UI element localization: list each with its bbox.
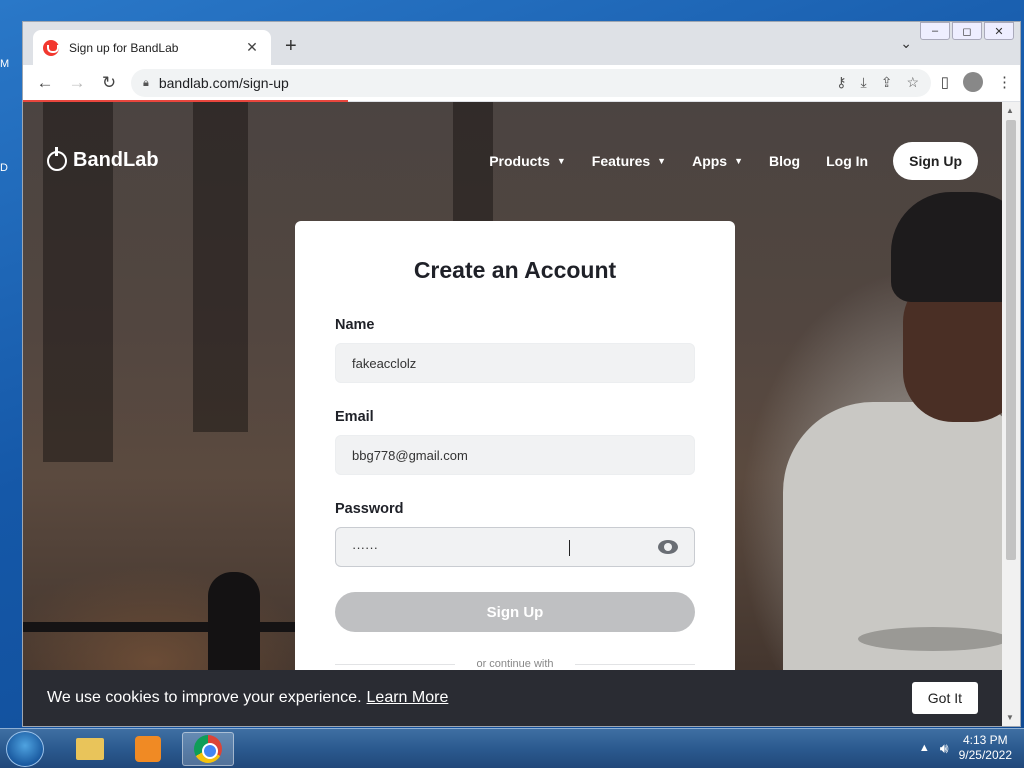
bandlab-favicon-icon xyxy=(43,39,59,56)
scroll-down-arrow-icon[interactable]: ▼ xyxy=(1006,713,1014,722)
name-label: Name xyxy=(335,317,375,333)
desktop-icon-label[interactable]: M xyxy=(0,58,22,70)
install-icon[interactable]: ⤓ xyxy=(861,74,867,91)
text-cursor-icon xyxy=(569,540,578,556)
tray-expand-icon[interactable]: ▲ xyxy=(919,742,930,754)
profile-avatar[interactable] xyxy=(963,72,983,92)
bookmark-star-icon[interactable]: ☆ xyxy=(906,74,919,91)
page-viewport: BandLab Products ▼ Features ▼ Apps ▼ Blog L… xyxy=(23,102,1002,726)
clock-date: 9/25/2022 xyxy=(958,748,1012,762)
close-window-button[interactable]: ✕ xyxy=(984,22,1014,40)
show-password-eye-icon[interactable] xyxy=(658,540,678,554)
brand-name: BandLab xyxy=(73,149,159,171)
nav-products[interactable]: Products ▼ xyxy=(489,153,566,169)
password-field[interactable]: ······ xyxy=(335,527,695,567)
new-tab-button[interactable]: + xyxy=(285,35,297,58)
nav-label: Products xyxy=(489,153,550,169)
chevron-down-icon: ▼ xyxy=(734,156,743,166)
name-field[interactable]: fakeacclolz xyxy=(335,343,695,383)
url-text[interactable]: bandlab.com/sign-up xyxy=(159,75,289,91)
start-button[interactable] xyxy=(6,731,44,767)
minimize-button[interactable]: – xyxy=(920,22,950,40)
email-label: Email xyxy=(335,409,374,425)
nav-blog[interactable]: Blog xyxy=(769,153,800,169)
nav-label: Features xyxy=(591,153,651,169)
window-controls: – ◻ ✕ xyxy=(920,22,1014,40)
background-tree xyxy=(193,102,248,432)
maximize-button[interactable]: ◻ xyxy=(952,22,982,40)
chevron-down-icon: ▼ xyxy=(556,156,566,166)
address-bar[interactable]: 🔒︎ bandlab.com/sign-up ⚷ ⤓ ⇪ ☆ xyxy=(131,69,931,97)
side-panel-icon[interactable]: ▯ xyxy=(941,73,949,91)
divider-text: or continue with xyxy=(476,658,554,670)
scroll-thumb[interactable] xyxy=(1006,120,1016,560)
taskbar-chrome[interactable] xyxy=(182,732,234,766)
cookie-banner: We use cookies to improve your experienc… xyxy=(23,670,1002,726)
tab-strip: Sign up for BandLab ✕ + ⌄ – ◻ ✕ xyxy=(23,22,1020,65)
cookie-text: We use cookies to improve your experienc… xyxy=(47,689,362,706)
nav-label: Apps xyxy=(692,153,728,169)
desktop-icon-label[interactable]: D xyxy=(0,162,22,174)
forward-button[interactable]: → xyxy=(61,73,93,93)
signup-submit-button[interactable]: Sign Up xyxy=(335,592,695,632)
bandlab-logo-icon xyxy=(47,146,67,171)
system-tray: ▲ 🔊︎ 4:13 PM 9/25/2022 xyxy=(919,733,1012,763)
browser-window: Sign up for BandLab ✕ + ⌄ – ◻ ✕ ← → ↻ 🔒︎… xyxy=(22,21,1021,727)
signup-card: Create an Account Name fakeacclolz Email… xyxy=(295,221,735,681)
cookie-learn-more-link[interactable]: Learn More xyxy=(367,689,449,707)
taskbar: ▲ 🔊︎ 4:13 PM 9/25/2022 xyxy=(0,728,1024,768)
taskbar-media-player[interactable] xyxy=(122,732,174,766)
key-icon[interactable]: ⚷ xyxy=(836,74,846,91)
tab-search-icon[interactable]: ⌄ xyxy=(900,35,912,52)
background-person-hat xyxy=(891,192,1002,302)
chrome-icon xyxy=(194,735,222,763)
email-field[interactable]: bbg778@gmail.com xyxy=(335,435,695,475)
share-icon[interactable]: ⇪ xyxy=(881,74,893,91)
chevron-down-icon: ▼ xyxy=(657,156,667,166)
scroll-up-arrow-icon[interactable]: ▲ xyxy=(1006,106,1014,115)
page-scrollbar[interactable]: ▲ ▼ xyxy=(1002,102,1020,726)
background-cymbal xyxy=(858,627,1002,651)
nav-apps[interactable]: Apps ▼ xyxy=(692,153,743,169)
nav-features[interactable]: Features ▼ xyxy=(592,153,666,169)
page-title: Create an Account xyxy=(413,257,617,283)
cookie-got-it-button[interactable]: Got It xyxy=(911,682,978,714)
back-button[interactable]: ← xyxy=(29,73,61,93)
header-signup-button[interactable]: Sign Up xyxy=(893,142,978,180)
bandlab-logo[interactable]: BandLab xyxy=(47,146,159,172)
tab-title: Sign up for BandLab xyxy=(69,40,179,55)
clock-time: 4:13 PM xyxy=(962,733,1008,747)
lock-icon[interactable]: 🔒︎ xyxy=(143,77,149,90)
main-nav: Products ▼ Features ▼ Apps ▼ Blog Log In Si… xyxy=(463,142,978,180)
nav-login[interactable]: Log In xyxy=(826,153,868,169)
tab-signup[interactable]: Sign up for BandLab ✕ xyxy=(33,30,271,65)
password-label: Password xyxy=(335,501,404,517)
browser-toolbar: ← → ↻ 🔒︎ bandlab.com/sign-up ⚷ ⤓ ⇪ ☆ ▯ ⋮ xyxy=(23,65,1020,101)
clock[interactable]: 4:13 PM 9/25/2022 xyxy=(959,733,1012,763)
password-value: ······ xyxy=(352,539,378,555)
media-player-icon xyxy=(135,736,161,762)
folder-icon xyxy=(76,738,104,760)
volume-icon[interactable]: 🔊︎ xyxy=(940,740,949,757)
close-tab-icon[interactable]: ✕ xyxy=(243,39,261,56)
taskbar-explorer[interactable] xyxy=(64,732,116,766)
menu-kebab-icon[interactable]: ⋮ xyxy=(997,73,1012,91)
reload-button[interactable]: ↻ xyxy=(93,73,125,93)
